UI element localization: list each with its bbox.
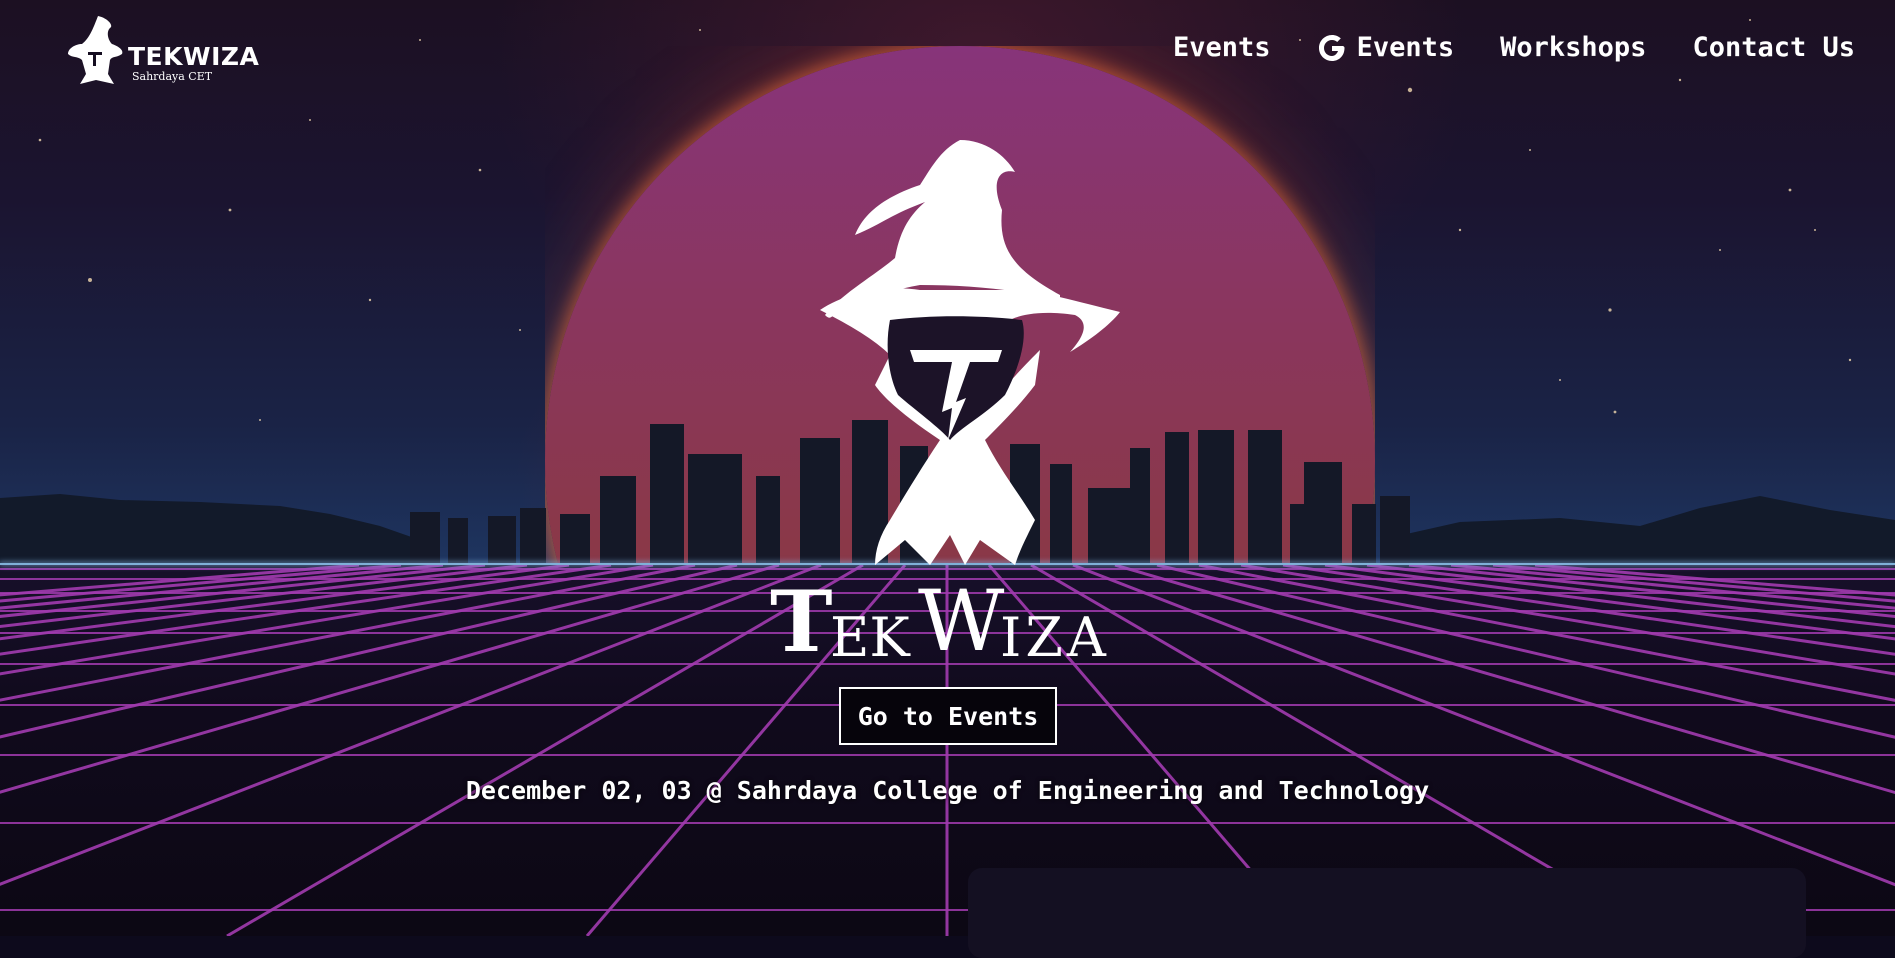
brand-subtitle: Sahrdaya CET <box>132 70 213 83</box>
wizard-logo-icon <box>68 16 123 84</box>
nav-item-google-events[interactable]: Events <box>1317 32 1455 63</box>
go-to-events-button[interactable]: Go to Events <box>839 687 1057 745</box>
nav-item-workshops[interactable]: Workshops <box>1500 32 1646 63</box>
nav-item-label: Workshops <box>1500 32 1647 63</box>
grid-vertical-line <box>0 565 738 739</box>
grid-vertical-line <box>0 565 528 628</box>
wizard-hero-icon <box>820 140 1120 565</box>
wordmark-letter-w: W <box>918 572 1005 670</box>
nav-item-label: Events <box>1173 32 1271 63</box>
brand-name: TEKWIZA <box>128 42 260 71</box>
grid-vertical-line <box>0 565 780 794</box>
grid-vertical-line <box>0 565 570 641</box>
nav-item-label: Contact Us <box>1692 32 1855 63</box>
wordmark-letter-t: T <box>770 572 833 671</box>
wordmark-letters-iza: IZA <box>1000 606 1110 669</box>
main-nav: Events Events Workshops Contact Us <box>1173 32 1855 63</box>
content-card <box>968 868 1806 958</box>
site-header: TEKWIZA Sahrdaya CET Events Events Works… <box>0 0 1895 100</box>
nav-item-label: Events <box>1356 32 1455 63</box>
grid-vertical-line <box>0 565 612 656</box>
event-date-venue: December 02, 03 @ Sahrdaya College of En… <box>465 776 1430 805</box>
wordmark-letters-ek: EK <box>830 606 910 669</box>
brand-logo[interactable]: TEKWIZA Sahrdaya CET <box>68 14 268 86</box>
google-g-icon <box>1318 34 1345 61</box>
grid-vertical-line <box>0 565 654 676</box>
hero-wordmark: T EK W IZA <box>770 572 1130 672</box>
nav-item-contact-us[interactable]: Contact Us <box>1692 32 1855 63</box>
nav-item-events[interactable]: Events <box>1173 32 1271 63</box>
